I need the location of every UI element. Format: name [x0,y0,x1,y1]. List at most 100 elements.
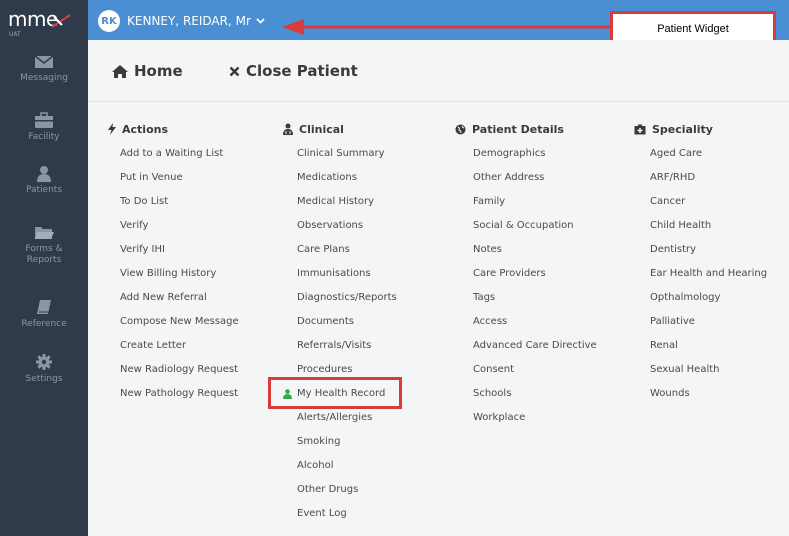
sidebar-item-label: Messaging [20,73,68,83]
workplace-link[interactable]: Workplace [455,412,597,436]
sidebar-item-messaging[interactable]: Messaging [0,54,88,84]
actions-column: Actions Add to a Waiting List Put in Ven… [108,122,239,412]
sidebar-item-settings[interactable]: Settings [0,353,88,385]
sidebar-item-facility[interactable]: Facility [0,112,88,143]
action-to-do-list[interactable]: To Do List [108,196,239,220]
schools-link[interactable]: Schools [455,388,597,412]
arf-rhd-link[interactable]: ARF/RHD [634,172,767,196]
aged-care-link[interactable]: Aged Care [634,148,767,172]
app-logo[interactable]: mme UAT [6,4,86,40]
action-new-radiology-request[interactable]: New Radiology Request [108,364,239,388]
sidebar-item-label: Reference [21,319,67,329]
sidebar-item-label: Forms & Reports [25,244,63,265]
chevron-down-icon [256,18,265,24]
home-button[interactable]: Home [112,62,183,80]
close-patient-label: Close Patient [246,62,358,80]
action-new-pathology-request[interactable]: New Pathology Request [108,388,239,412]
close-icon [229,66,240,76]
avatar: RK [98,10,120,32]
logo-mark-icon [51,14,71,28]
advanced-care-directive-link[interactable]: Advanced Care Directive [455,340,597,364]
ear-health-hearing-link[interactable]: Ear Health and Hearing [634,268,767,292]
annotation-arrow [282,19,612,35]
palliative-link[interactable]: Palliative [634,316,767,340]
gear-icon [36,354,52,370]
tags-link[interactable]: Tags [455,292,597,316]
hospital-icon [634,124,646,134]
person-icon [37,166,51,182]
action-add-new-referral[interactable]: Add New Referral [108,292,239,316]
patient-details-column: Patient Details Demographics Other Addre… [455,122,597,436]
bolt-icon [108,123,116,135]
diagnostics-reports-link[interactable]: Diagnostics/Reports [283,292,397,316]
other-address-link[interactable]: Other Address [455,172,597,196]
notes-link[interactable]: Notes [455,244,597,268]
social-occupation-link[interactable]: Social & Occupation [455,220,597,244]
family-link[interactable]: Family [455,196,597,220]
opthalmology-link[interactable]: Opthalmology [634,292,767,316]
other-drugs-link[interactable]: Other Drugs [283,484,397,508]
alcohol-link[interactable]: Alcohol [283,460,397,484]
sidebar-item-forms-reports[interactable]: Forms & Reports [0,225,88,266]
clinical-column: Clinical Clinical Summary Medications Me… [283,122,397,532]
action-create-letter[interactable]: Create Letter [108,340,239,364]
action-add-to-waiting-list[interactable]: Add to a Waiting List [108,148,239,172]
sidebar-item-patients[interactable]: Patients [0,165,88,196]
book-icon [37,300,51,314]
column-heading: Clinical [283,122,397,136]
wounds-link[interactable]: Wounds [634,388,767,412]
column-title: Clinical [299,122,344,136]
referrals-visits-link[interactable]: Referrals/Visits [283,340,397,364]
speciality-column: Speciality Aged Care ARF/RHD Cancer Chil… [634,122,767,412]
column-title: Actions [122,122,168,136]
care-providers-link[interactable]: Care Providers [455,268,597,292]
clinical-summary-link[interactable]: Clinical Summary [283,148,397,172]
column-title: Speciality [652,122,713,136]
sexual-health-link[interactable]: Sexual Health [634,364,767,388]
close-patient-button[interactable]: Close Patient [229,62,358,80]
home-icon [112,64,128,78]
patient-widget[interactable]: RK KENNEY, REIDAR, Mr [98,8,265,34]
header-divider [88,101,789,102]
stethoscope-icon [283,123,293,135]
dentistry-link[interactable]: Dentistry [634,244,767,268]
envelope-icon [34,55,54,68]
observations-link[interactable]: Observations [283,220,397,244]
consent-link[interactable]: Consent [455,364,597,388]
alerts-allergies-link[interactable]: Alerts/Allergies [283,412,397,436]
action-view-billing-history[interactable]: View Billing History [108,268,239,292]
immunisations-link[interactable]: Immunisations [283,268,397,292]
sidebar: mme UAT Messaging Facility Patients Form… [0,0,88,536]
logo-subtitle: UAT [9,31,21,38]
medications-link[interactable]: Medications [283,172,397,196]
action-verify-ihi[interactable]: Verify IHI [108,244,239,268]
home-label: Home [134,62,183,80]
demographics-link[interactable]: Demographics [455,148,597,172]
action-verify[interactable]: Verify [108,220,239,244]
sidebar-item-label: Facility [28,132,60,142]
documents-link[interactable]: Documents [283,316,397,340]
patient-name: KENNEY, REIDAR, Mr [127,14,251,28]
globe-icon [455,124,466,134]
header-row: Home Close Patient [88,40,789,102]
event-log-link[interactable]: Event Log [283,508,397,532]
column-heading: Speciality [634,122,767,136]
annotation-highlight-box [268,377,402,409]
column-heading: Patient Details [455,122,597,136]
medical-history-link[interactable]: Medical History [283,196,397,220]
renal-link[interactable]: Renal [634,340,767,364]
access-link[interactable]: Access [455,316,597,340]
sidebar-item-label: Settings [25,374,63,384]
callout-text: Patient Widget [657,23,729,35]
care-plans-link[interactable]: Care Plans [283,244,397,268]
column-heading: Actions [108,122,239,136]
child-health-link[interactable]: Child Health [634,220,767,244]
smoking-link[interactable]: Smoking [283,436,397,460]
folder-icon [35,227,54,239]
sidebar-item-label: Patients [25,185,63,195]
cancer-link[interactable]: Cancer [634,196,767,220]
action-compose-new-message[interactable]: Compose New Message [108,316,239,340]
action-put-in-venue[interactable]: Put in Venue [108,172,239,196]
sidebar-item-reference[interactable]: Reference [0,299,88,330]
column-title: Patient Details [472,122,564,136]
